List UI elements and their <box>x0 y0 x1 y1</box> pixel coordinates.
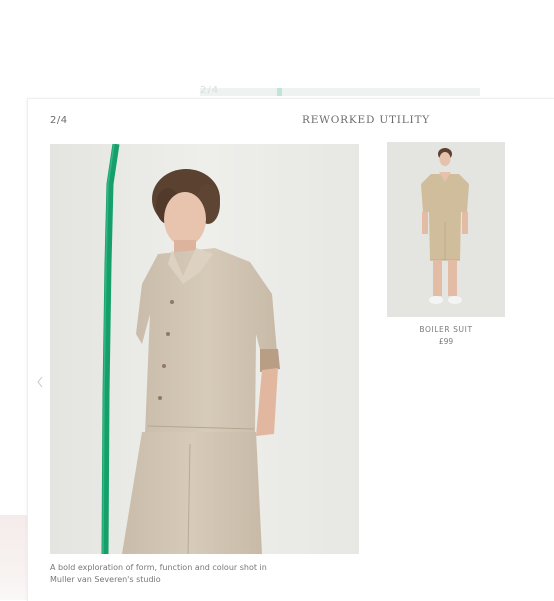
product-photo-illustration <box>387 142 505 317</box>
background-slider-indicator <box>277 88 282 96</box>
previous-slide-button[interactable] <box>33 372 47 392</box>
gallery-overlay: 2/4 REWORKED UTILITY A bold exploration … <box>27 98 554 601</box>
chevron-left-icon <box>37 376 43 388</box>
hero-caption: A bold exploration of form, function and… <box>50 563 267 584</box>
background-slider-track: 2/4 <box>200 85 480 96</box>
background-counter: 2/4 <box>200 85 220 96</box>
background-image-edge <box>0 515 27 600</box>
gallery-title: REWORKED UTILITY <box>302 114 430 126</box>
model-photo-illustration <box>50 144 359 554</box>
slide-counter: 2/4 <box>50 115 68 126</box>
hero-image <box>50 144 359 554</box>
product-card[interactable]: BOILER SUIT £99 <box>387 142 505 346</box>
product-price: £99 <box>438 337 454 346</box>
product-image[interactable] <box>387 142 505 317</box>
product-name[interactable]: BOILER SUIT <box>387 325 505 334</box>
